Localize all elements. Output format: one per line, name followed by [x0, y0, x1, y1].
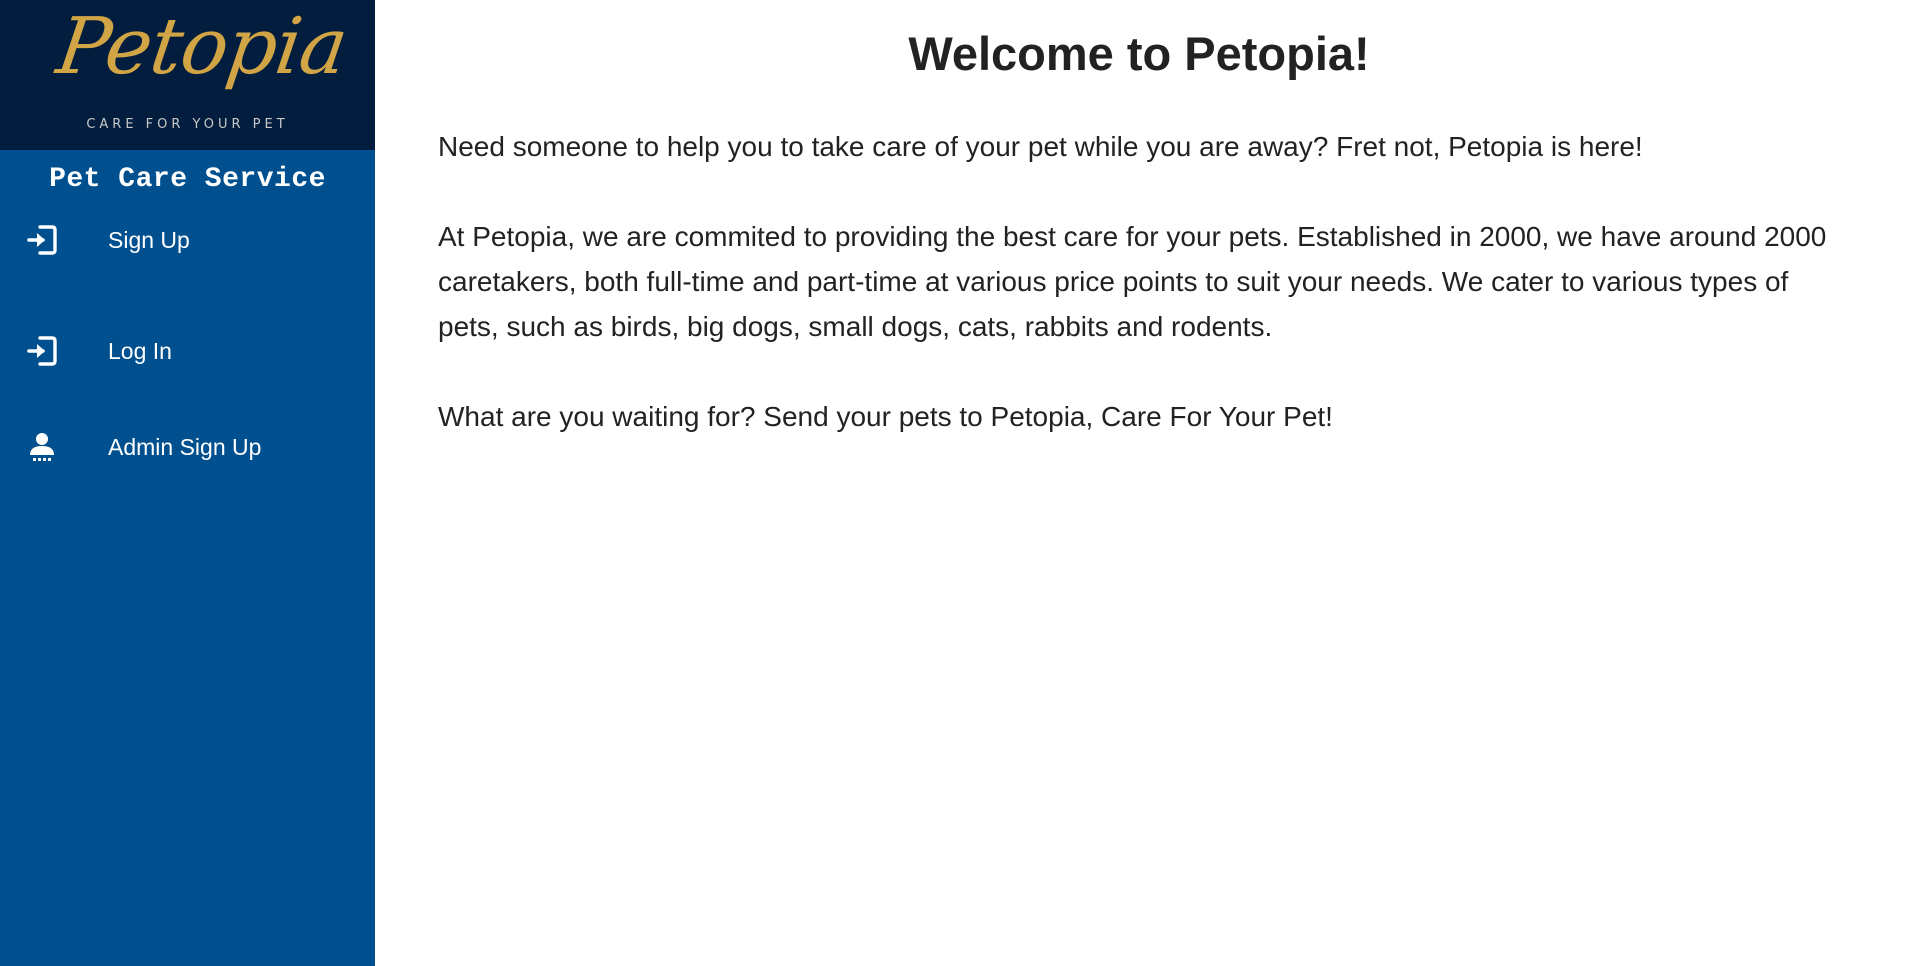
page-title: Welcome to Petopia! — [908, 27, 1370, 80]
sidebar-item-label: Log In — [108, 337, 172, 364]
logo-tagline: CARE FOR YOUR PET — [86, 117, 289, 132]
app-layout: Petopia CARE FOR YOUR PET Pet Care Servi… — [0, 0, 1920, 966]
main-content: Welcome to Petopia! Need someone to help… — [375, 0, 1920, 966]
sign-in-icon — [27, 224, 57, 256]
sidebar-item-admin-sign-up[interactable]: Admin Sign Up — [0, 399, 375, 495]
logo[interactable]: Petopia CARE FOR YOUR PET — [0, 0, 375, 150]
sidebar-item-label: Admin Sign Up — [108, 433, 262, 460]
sidebar: Petopia CARE FOR YOUR PET Pet Care Servi… — [0, 0, 375, 966]
call-to-action-paragraph: What are you waiting for? Send your pets… — [438, 401, 1333, 432]
sidebar-item-label: Sign Up — [108, 226, 190, 253]
sidebar-title: Pet Care Service — [49, 164, 326, 195]
sidebar-nav: Sign Up Log In Admin Sign Up — [0, 207, 375, 495]
intro-paragraph: Need someone to help you to take care of… — [438, 131, 1643, 162]
user-icon — [27, 431, 57, 463]
sign-in-icon — [27, 335, 57, 367]
sidebar-item-sign-up[interactable]: Sign Up — [0, 207, 375, 273]
logo-wordmark: Petopia — [51, 2, 353, 92]
sidebar-item-log-in[interactable]: Log In — [0, 303, 375, 399]
about-paragraph: At Petopia, we are commited to providing… — [438, 221, 1827, 342]
